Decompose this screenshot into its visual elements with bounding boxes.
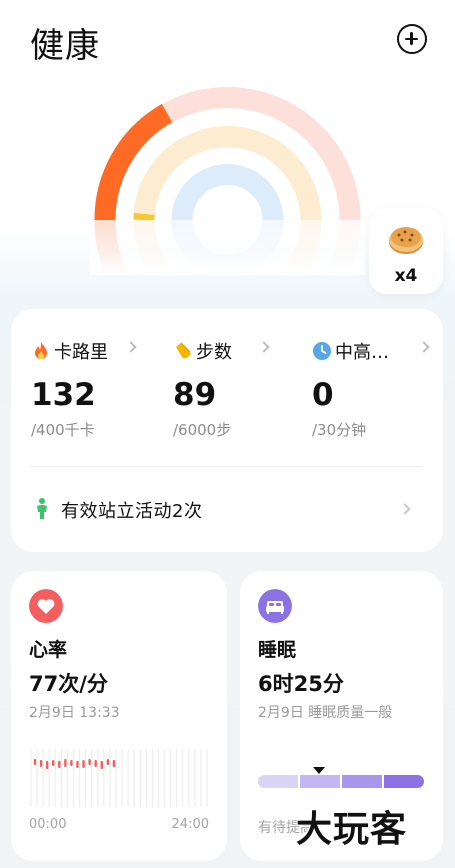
heart-rate-mark <box>88 759 91 765</box>
sleep-duration: 6时25分 <box>258 672 344 696</box>
chart-axis-start: 00:00 <box>29 817 67 832</box>
heart-rate-mark <box>112 760 116 767</box>
sleep-bar-segment <box>384 775 424 788</box>
steps-goal: /6000步 <box>173 421 232 439</box>
calories-goal: /400千卡 <box>31 421 95 439</box>
sleep-bar-segment <box>342 775 382 788</box>
flame-icon <box>35 342 47 359</box>
heart-rate-mark <box>82 760 85 768</box>
intensity-goal: /30分钟 <box>312 421 367 439</box>
reward-badge[interactable]: x4 <box>369 208 443 294</box>
steps-value: 89 <box>173 377 217 413</box>
page-title: 健康 <box>30 26 100 66</box>
chevron-right-icon <box>125 341 137 353</box>
heart-rate-mark <box>76 761 79 768</box>
heart-rate-mark <box>58 761 61 768</box>
heart-rate-value: 77次/分 <box>29 672 108 696</box>
heart-rate-mark <box>45 761 49 769</box>
standing-person-icon <box>37 498 47 519</box>
steps-label: 步数 <box>196 342 232 363</box>
intensity-label: 中高… <box>335 342 389 363</box>
sleep-title: 睡眠 <box>258 639 297 661</box>
watermark: 大玩客 <box>295 808 408 851</box>
chevron-right-icon <box>399 503 411 515</box>
sleep-bar-segment <box>258 775 298 788</box>
sleep-quality-marker <box>313 767 325 774</box>
chart-axis-end: 24:00 <box>171 817 209 832</box>
bed-icon <box>258 589 292 623</box>
heart-rate-card[interactable]: 心率 77次/分 2月9日 13:33 00:00 24:00 <box>11 571 227 861</box>
steps-metric[interactable]: 步数 89 /6000步 <box>173 335 308 445</box>
cookie-icon <box>389 227 423 254</box>
heart-rate-mark <box>52 760 55 766</box>
heart-rate-title: 心率 <box>29 639 68 661</box>
activity-card[interactable]: 卡路里 132 /400千卡 步数 89 /6000步 中高… 0 /30分钟 <box>11 309 443 552</box>
sleep-bar-segment <box>300 775 340 788</box>
header: 健康 <box>0 0 455 80</box>
calories-label: 卡路里 <box>54 342 108 363</box>
activity-rings[interactable] <box>90 85 365 275</box>
heart-rate-mark <box>94 760 97 767</box>
heart-rate-mark <box>39 760 43 767</box>
chevron-right-icon <box>258 341 270 353</box>
stand-activity-row[interactable]: 有效站立活动2次 <box>31 495 423 523</box>
divider <box>31 466 423 467</box>
calories-value: 132 <box>31 377 96 413</box>
reward-count: x4 <box>394 266 418 286</box>
heart-rate-chart <box>30 749 208 807</box>
heart-rate-mark <box>100 761 103 769</box>
calories-metric[interactable]: 卡路里 132 /400千卡 <box>31 335 166 445</box>
heart-rate-mark <box>70 760 73 766</box>
intensity-metric[interactable]: 中高… 0 /30分钟 <box>312 335 447 445</box>
heart-rate-mark <box>33 759 37 765</box>
heart-rate-mark <box>106 759 110 765</box>
chevron-right-icon <box>418 341 430 353</box>
heart-rate-timestamp: 2月9日 13:33 <box>29 705 120 721</box>
intensity-value: 0 <box>312 377 334 413</box>
sleep-summary: 2月9日 睡眠质量一般 <box>258 705 393 721</box>
heart-icon <box>29 589 63 623</box>
sleep-quality-bar <box>258 775 424 788</box>
shoe-icon <box>176 342 191 359</box>
heart-rate-mark <box>64 759 67 767</box>
add-icon[interactable] <box>397 24 427 54</box>
stand-activity-text: 有效站立活动2次 <box>61 501 203 522</box>
clock-icon <box>313 342 331 360</box>
